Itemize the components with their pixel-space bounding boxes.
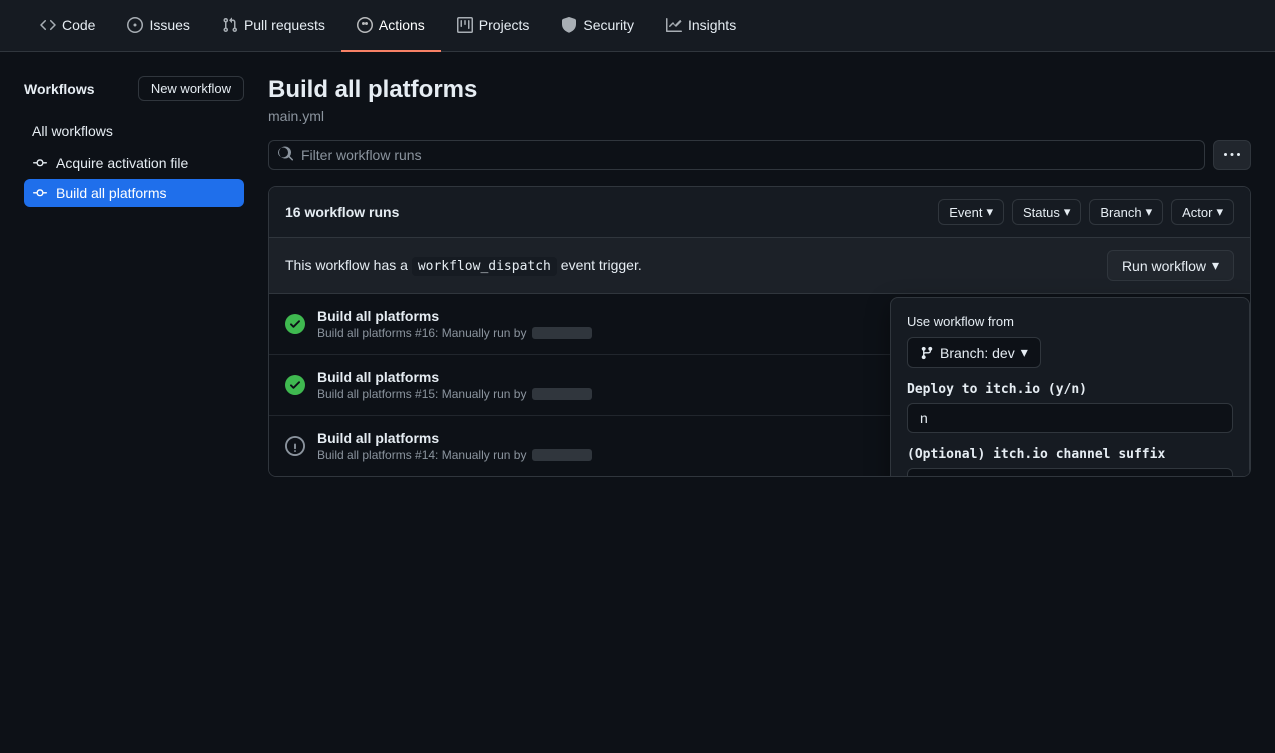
deploy-input[interactable] [907,403,1233,433]
nav-code-label: Code [62,17,95,33]
sidebar-item-build-label: Build all platforms [56,185,167,201]
dispatch-text: This workflow has a workflow_dispatch ev… [285,257,642,274]
nav-pull-requests[interactable]: Pull requests [206,0,341,52]
chevron-down-icon: ▾ [1021,344,1028,361]
channel-input[interactable] [907,468,1233,477]
deploy-label: Deploy to itch.io (y/n) [907,382,1233,397]
chevron-down-icon: ▾ [1212,257,1219,274]
branch-icon [920,346,934,360]
nav-insights-label: Insights [688,17,736,33]
run-count: 16 workflow runs [285,204,399,220]
chevron-down-icon: ▾ [1064,204,1071,220]
nav-code[interactable]: Code [24,0,111,52]
dispatch-banner: This workflow has a workflow_dispatch ev… [269,238,1250,294]
nav-security-label: Security [583,17,634,33]
workflow-table: 16 workflow runs Event ▾ Status ▾ Branch… [268,186,1251,477]
branch-select-button[interactable]: Branch: dev ▾ [907,337,1041,368]
status-warning-icon [285,436,305,456]
new-workflow-button[interactable]: New workflow [138,76,244,101]
chevron-down-icon: ▾ [1146,204,1153,220]
search-wrap [268,140,1205,170]
nav-security[interactable]: Security [545,0,650,52]
dispatch-code: workflow_dispatch [412,257,557,276]
nav-insights[interactable]: Insights [650,0,752,52]
sidebar-item-build-all[interactable]: Build all platforms [24,179,244,207]
sidebar-title: Workflows [24,81,95,97]
channel-label: (Optional) itch.io channel suffix [907,447,1233,462]
projects-icon [457,17,473,33]
nav-projects-label: Projects [479,17,530,33]
filter-bar [268,140,1251,170]
chevron-down-icon: ▾ [986,204,993,220]
nav-actions-label: Actions [379,17,425,33]
more-options-button[interactable] [1213,140,1251,170]
branch-select-label: Branch: dev [940,345,1015,361]
blurred-user [532,449,592,461]
filter-buttons: Event ▾ Status ▾ Branch ▾ Actor ▾ [938,199,1234,225]
workflow-icon [32,155,48,171]
sidebar: Workflows New workflow All workflows Acq… [24,76,244,477]
issues-icon [127,17,143,33]
status-success-icon [285,375,305,395]
top-navigation: Code Issues Pull requests Actions [0,0,1275,52]
blurred-user [532,327,592,339]
pr-icon [222,17,238,33]
search-input[interactable] [268,140,1205,170]
table-header: 16 workflow runs Event ▾ Status ▾ Branch… [269,187,1250,238]
chevron-down-icon: ▾ [1216,204,1223,220]
actor-filter-button[interactable]: Actor ▾ [1171,199,1234,225]
sidebar-item-acquire-label: Acquire activation file [56,155,188,171]
sidebar-item-acquire[interactable]: Acquire activation file [24,149,244,177]
run-workflow-dropdown: Use workflow from Branch: dev ▾ Deploy t… [890,297,1250,477]
search-icon [278,146,294,165]
status-filter-button[interactable]: Status ▾ [1012,199,1081,225]
nav-actions[interactable]: Actions [341,0,441,52]
branch-filter-button[interactable]: Branch ▾ [1089,199,1163,225]
main-layout: Workflows New workflow All workflows Acq… [0,52,1275,501]
content-header: Build all platforms main.yml [268,76,1251,124]
workflow-icon-active [32,185,48,201]
dropdown-use-workflow-label: Use workflow from [907,314,1233,329]
actions-icon [357,17,373,33]
page-title: Build all platforms [268,76,1251,104]
sidebar-item-all-workflows[interactable]: All workflows [24,117,244,145]
run-workflow-button[interactable]: Run workflow ▾ [1107,250,1234,281]
security-icon [561,17,577,33]
code-icon [40,17,56,33]
insights-icon [666,17,682,33]
content-area: Build all platforms main.yml [268,76,1251,477]
event-filter-button[interactable]: Event ▾ [938,199,1004,225]
nav-pr-label: Pull requests [244,17,325,33]
nav-issues-label: Issues [149,17,189,33]
blurred-user [532,388,592,400]
nav-issues[interactable]: Issues [111,0,205,52]
nav-projects[interactable]: Projects [441,0,546,52]
sidebar-header: Workflows New workflow [24,76,244,101]
status-success-icon [285,314,305,334]
page-subtitle: main.yml [268,108,1251,124]
